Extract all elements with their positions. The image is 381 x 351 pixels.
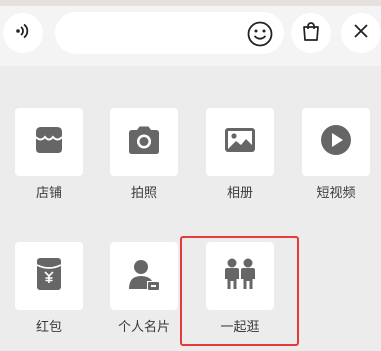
photo-album-icon (223, 125, 257, 159)
menu-label-red-packet: 红包 (35, 320, 62, 335)
close-icon (353, 23, 369, 43)
menu-label-short-video: 短视频 (316, 186, 356, 201)
menu-label-camera: 拍照 (130, 186, 157, 201)
contact-card-icon (127, 257, 161, 295)
voice-input-icon (12, 20, 34, 46)
red-packet-icon (35, 257, 63, 295)
album-tile[interactable] (206, 108, 274, 176)
camera-icon (126, 124, 162, 160)
short-video-tile[interactable] (302, 108, 370, 176)
smiley-icon[interactable] (247, 21, 273, 51)
menu-label-album: 相册 (226, 186, 253, 201)
highlight-box (180, 236, 299, 346)
shop-tile[interactable] (15, 108, 83, 176)
shopping-bag-icon (300, 20, 322, 46)
input-toolbar (0, 0, 381, 66)
toolbar-top-strip (0, 0, 381, 6)
menu-label-shop: 店铺 (35, 186, 62, 201)
play-icon (319, 123, 353, 161)
contact-card-tile[interactable] (110, 242, 178, 310)
shop-icon (32, 123, 66, 161)
shopping-bag-button[interactable] (291, 13, 331, 53)
close-button[interactable] (341, 13, 381, 53)
menu-label-contact-card: 个人名片 (117, 320, 170, 335)
voice-button[interactable] (3, 13, 43, 53)
red-packet-tile[interactable] (15, 242, 83, 310)
camera-tile[interactable] (110, 108, 178, 176)
